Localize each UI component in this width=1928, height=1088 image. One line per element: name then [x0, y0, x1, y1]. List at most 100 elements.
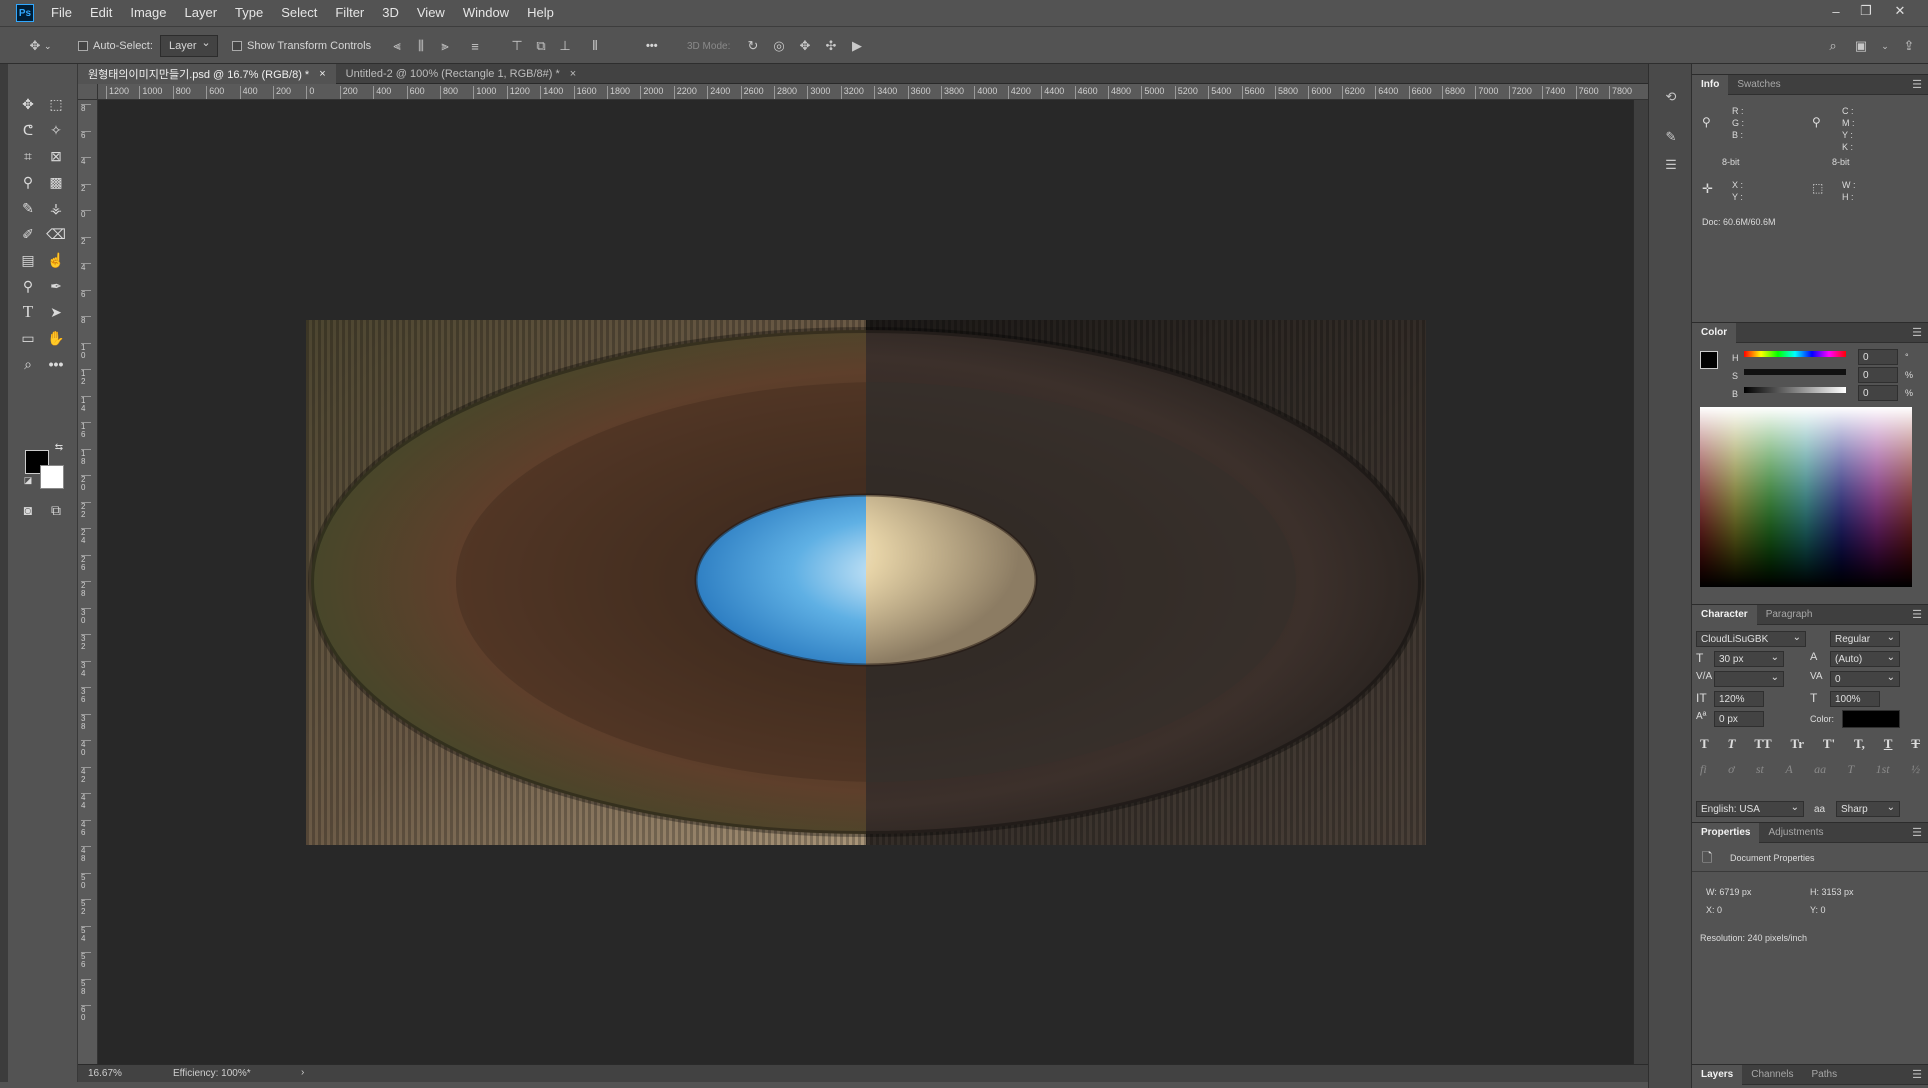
text-color-swatch[interactable]: [1842, 710, 1900, 728]
subscript-button[interactable]: T,: [1854, 736, 1865, 756]
quick-mask-icon[interactable]: ◙: [14, 498, 42, 522]
move-tool-icon[interactable]: ✥: [14, 92, 42, 116]
lasso-tool-icon[interactable]: ᕦ: [14, 118, 42, 142]
dodge-tool-icon[interactable]: ⚲: [14, 274, 42, 298]
stylistic-alt-button[interactable]: aa: [1814, 762, 1826, 782]
zoom-tool-icon[interactable]: ⌕: [14, 352, 42, 376]
auto-select-checkbox[interactable]: Auto-Select:: [78, 27, 153, 65]
panel-menu-icon[interactable]: ☰: [1912, 326, 1922, 339]
show-transform-checkbox[interactable]: Show Transform Controls: [232, 27, 371, 65]
align-center-h-icon[interactable]: ⫼: [412, 37, 430, 55]
tab-adjustments[interactable]: Adjustments: [1759, 823, 1832, 843]
menu-image[interactable]: Image: [121, 0, 175, 26]
ligatures-button[interactable]: fi: [1700, 762, 1707, 782]
menu-window[interactable]: Window: [454, 0, 518, 26]
marquee-tool-icon[interactable]: ⬚: [42, 92, 70, 116]
color-fg-swatch[interactable]: [1700, 351, 1718, 369]
font-style-dropdown[interactable]: Regular: [1830, 631, 1900, 647]
align-middle-v-icon[interactable]: ⧉: [532, 37, 550, 55]
tab-channels[interactable]: Channels: [1742, 1065, 1802, 1085]
tab-properties[interactable]: Properties: [1692, 822, 1760, 843]
menu-filter[interactable]: Filter: [326, 0, 373, 26]
tab-info[interactable]: Info: [1692, 74, 1729, 95]
distribute-v-icon[interactable]: ⦀: [586, 37, 604, 55]
tab-paragraph[interactable]: Paragraph: [1757, 605, 1822, 625]
swash-button[interactable]: A: [1785, 762, 1792, 782]
menu-type[interactable]: Type: [226, 0, 272, 26]
close-icon[interactable]: ×: [319, 68, 325, 80]
menu-3d[interactable]: 3D: [373, 0, 408, 26]
status-menu-arrow[interactable]: ›: [301, 1067, 304, 1078]
leading-field[interactable]: (Auto): [1830, 651, 1900, 667]
stamp-tool-icon[interactable]: ⚶: [42, 196, 70, 220]
tab-swatches[interactable]: Swatches: [1728, 75, 1789, 95]
frame-tool-icon[interactable]: ⊠: [42, 144, 70, 168]
brush-tool-icon[interactable]: ✎: [14, 196, 42, 220]
magic-wand-tool-icon[interactable]: ✧: [42, 118, 70, 142]
patch-tool-icon[interactable]: ▩: [42, 170, 70, 194]
panel-menu-icon[interactable]: ☰: [1912, 78, 1922, 91]
move-tool-preset[interactable]: ✥ ⌄: [26, 27, 52, 65]
tab-document-1[interactable]: 원형태의이미지만들기.psd @ 16.7% (RGB/8) * ×: [78, 64, 336, 84]
menu-edit[interactable]: Edit: [81, 0, 121, 26]
saturation-slider[interactable]: [1744, 369, 1846, 375]
vertical-ruler[interactable]: 8 6 4 2 0 2 4 6 8 1 0 1 2 1 4 1 6 1 8 2 0 2 2 2 4 2 6 2 8 3…: [78, 100, 98, 1064]
panel-menu-icon[interactable]: ☰: [1912, 826, 1922, 839]
more-options-button[interactable]: •••: [646, 27, 658, 65]
align-right-icon[interactable]: ⫸: [436, 37, 454, 55]
vertical-scrollbar[interactable]: [1633, 100, 1648, 1064]
slide-3d-icon[interactable]: ✣: [822, 37, 840, 55]
saturation-value[interactable]: 0: [1858, 367, 1898, 383]
share-icon[interactable]: ⇪: [1900, 37, 1918, 55]
tab-character[interactable]: Character: [1692, 604, 1757, 625]
all-caps-button[interactable]: TT: [1754, 736, 1771, 756]
swap-colors-icon[interactable]: ⇆: [52, 440, 66, 454]
roll-3d-icon[interactable]: ◎: [770, 37, 788, 55]
brightness-slider[interactable]: [1744, 387, 1846, 393]
align-bottom-icon[interactable]: ⊥: [556, 37, 574, 55]
font-size-field[interactable]: 30 px: [1714, 651, 1784, 667]
language-dropdown[interactable]: English: USA: [1696, 801, 1804, 817]
eraser-tool-icon[interactable]: ⌫: [42, 222, 70, 246]
default-colors-icon[interactable]: ◪: [22, 474, 34, 486]
more-tools-icon[interactable]: •••: [42, 352, 70, 376]
kerning-field[interactable]: [1714, 671, 1784, 687]
type-tool-icon[interactable]: T: [14, 300, 42, 324]
fractions-button[interactable]: ½: [1911, 762, 1920, 782]
workspace-icon[interactable]: ▣: [1852, 37, 1870, 55]
align-left-icon[interactable]: ⫷: [388, 37, 406, 55]
history-icon[interactable]: ⟲: [1662, 88, 1680, 106]
menu-help[interactable]: Help: [518, 0, 563, 26]
strikethrough-button[interactable]: T: [1911, 736, 1920, 756]
old-style-button[interactable]: ơ: [1728, 762, 1734, 782]
panel-menu-icon[interactable]: ☰: [1912, 1068, 1922, 1081]
hand-tool-icon[interactable]: ✋: [42, 326, 70, 350]
eyedropper-tool-icon[interactable]: ⚲: [14, 170, 42, 194]
minimize-button[interactable]: –: [1822, 0, 1850, 22]
close-window-button[interactable]: ✕: [1886, 0, 1914, 22]
pen-tool-icon[interactable]: ✒: [42, 274, 70, 298]
brushes-icon[interactable]: ✎: [1662, 128, 1680, 146]
horizontal-ruler[interactable]: 1200 1000 800 600 400 200 0 200 400 600 800 1000 120…: [98, 84, 1648, 100]
zoom-level[interactable]: 16.67%: [88, 1068, 122, 1079]
tab-color[interactable]: Color: [1692, 322, 1737, 343]
tab-paths[interactable]: Paths: [1803, 1065, 1847, 1085]
distribute-h-icon[interactable]: ≡: [466, 37, 484, 55]
discretionary-lig-button[interactable]: st: [1756, 762, 1764, 782]
vertical-scale-field[interactable]: 120%: [1714, 691, 1764, 707]
faux-italic-button[interactable]: T: [1728, 736, 1736, 756]
tab-document-2[interactable]: Untitled-2 @ 100% (Rectangle 1, RGB/8#) …: [336, 64, 587, 84]
small-caps-button[interactable]: Tr: [1791, 736, 1804, 756]
pan-3d-icon[interactable]: ✥: [796, 37, 814, 55]
document-image[interactable]: [306, 320, 1426, 845]
faux-bold-button[interactable]: T: [1700, 736, 1709, 756]
ruler-origin[interactable]: [78, 84, 98, 100]
menu-view[interactable]: View: [408, 0, 454, 26]
horizontal-scale-field[interactable]: 100%: [1830, 691, 1880, 707]
menu-file[interactable]: File: [42, 0, 81, 26]
tab-layers[interactable]: Layers: [1692, 1064, 1743, 1085]
crop-tool-icon[interactable]: ⌗: [14, 144, 42, 168]
camera-3d-icon[interactable]: ▶: [848, 37, 866, 55]
adjustments-icon[interactable]: ☰: [1662, 156, 1680, 174]
tracking-field[interactable]: 0: [1830, 671, 1900, 687]
